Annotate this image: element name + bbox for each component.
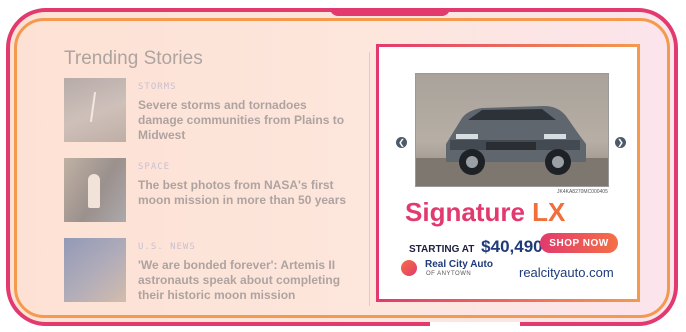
story-headline[interactable]: 'We are bonded forever': Artemis II astr… [138, 258, 348, 303]
story-item[interactable]: U.S. NEWS 'We are bonded forever': Artem… [64, 238, 364, 318]
story-headline[interactable]: Severe storms and tornadoes damage commu… [138, 98, 348, 143]
model-title: Signature LX [405, 197, 565, 228]
car-ad[interactable]: JK4KA8270MC000405 ❮ ❯ Signature LX START… [376, 44, 640, 302]
vin-number: JK4KA8270MC000405 [557, 189, 608, 195]
story-category: STORMS [138, 82, 177, 92]
story-thumbnail[interactable] [64, 78, 126, 142]
chevron-left-icon[interactable]: ❮ [396, 137, 407, 148]
story-category: U.S. NEWS [138, 242, 196, 252]
price-line: STARTING AT $40,490 [409, 237, 543, 257]
dealer-location: OF ANYTOWN [426, 271, 472, 277]
rocket-image [88, 174, 100, 208]
shop-now-button[interactable]: SHOP NOW [540, 233, 618, 253]
lightning-image [89, 92, 97, 122]
price-value: $40,490 [481, 237, 543, 256]
model-trim: LX [532, 197, 566, 227]
dealer-name[interactable]: Real City Auto [425, 259, 493, 270]
story-category: SPACE [138, 162, 171, 172]
section-title: Trending Stories [64, 48, 203, 69]
story-thumbnail[interactable] [64, 238, 126, 302]
dealer-logo-icon[interactable] [401, 260, 417, 276]
story-item[interactable]: STORMS Severe storms and tornadoes damag… [64, 78, 364, 158]
car-photo[interactable] [415, 73, 609, 187]
chevron-right-icon[interactable]: ❯ [615, 137, 626, 148]
frame-tab [330, 8, 450, 16]
story-item[interactable]: SPACE The best photos from NASA's first … [64, 158, 364, 238]
column-divider [369, 52, 370, 306]
story-headline[interactable]: The best photos from NASA's first moon m… [138, 178, 348, 208]
trending-stories: Trending Stories STORMS Severe storms an… [64, 48, 364, 318]
starting-label: STARTING AT [409, 244, 475, 255]
story-thumbnail[interactable] [64, 158, 126, 222]
model-name: Signature [405, 197, 525, 227]
frame-notch [430, 322, 520, 330]
dealer-website-link[interactable]: realcityauto.com [519, 265, 614, 280]
suv-illustration [416, 106, 608, 186]
